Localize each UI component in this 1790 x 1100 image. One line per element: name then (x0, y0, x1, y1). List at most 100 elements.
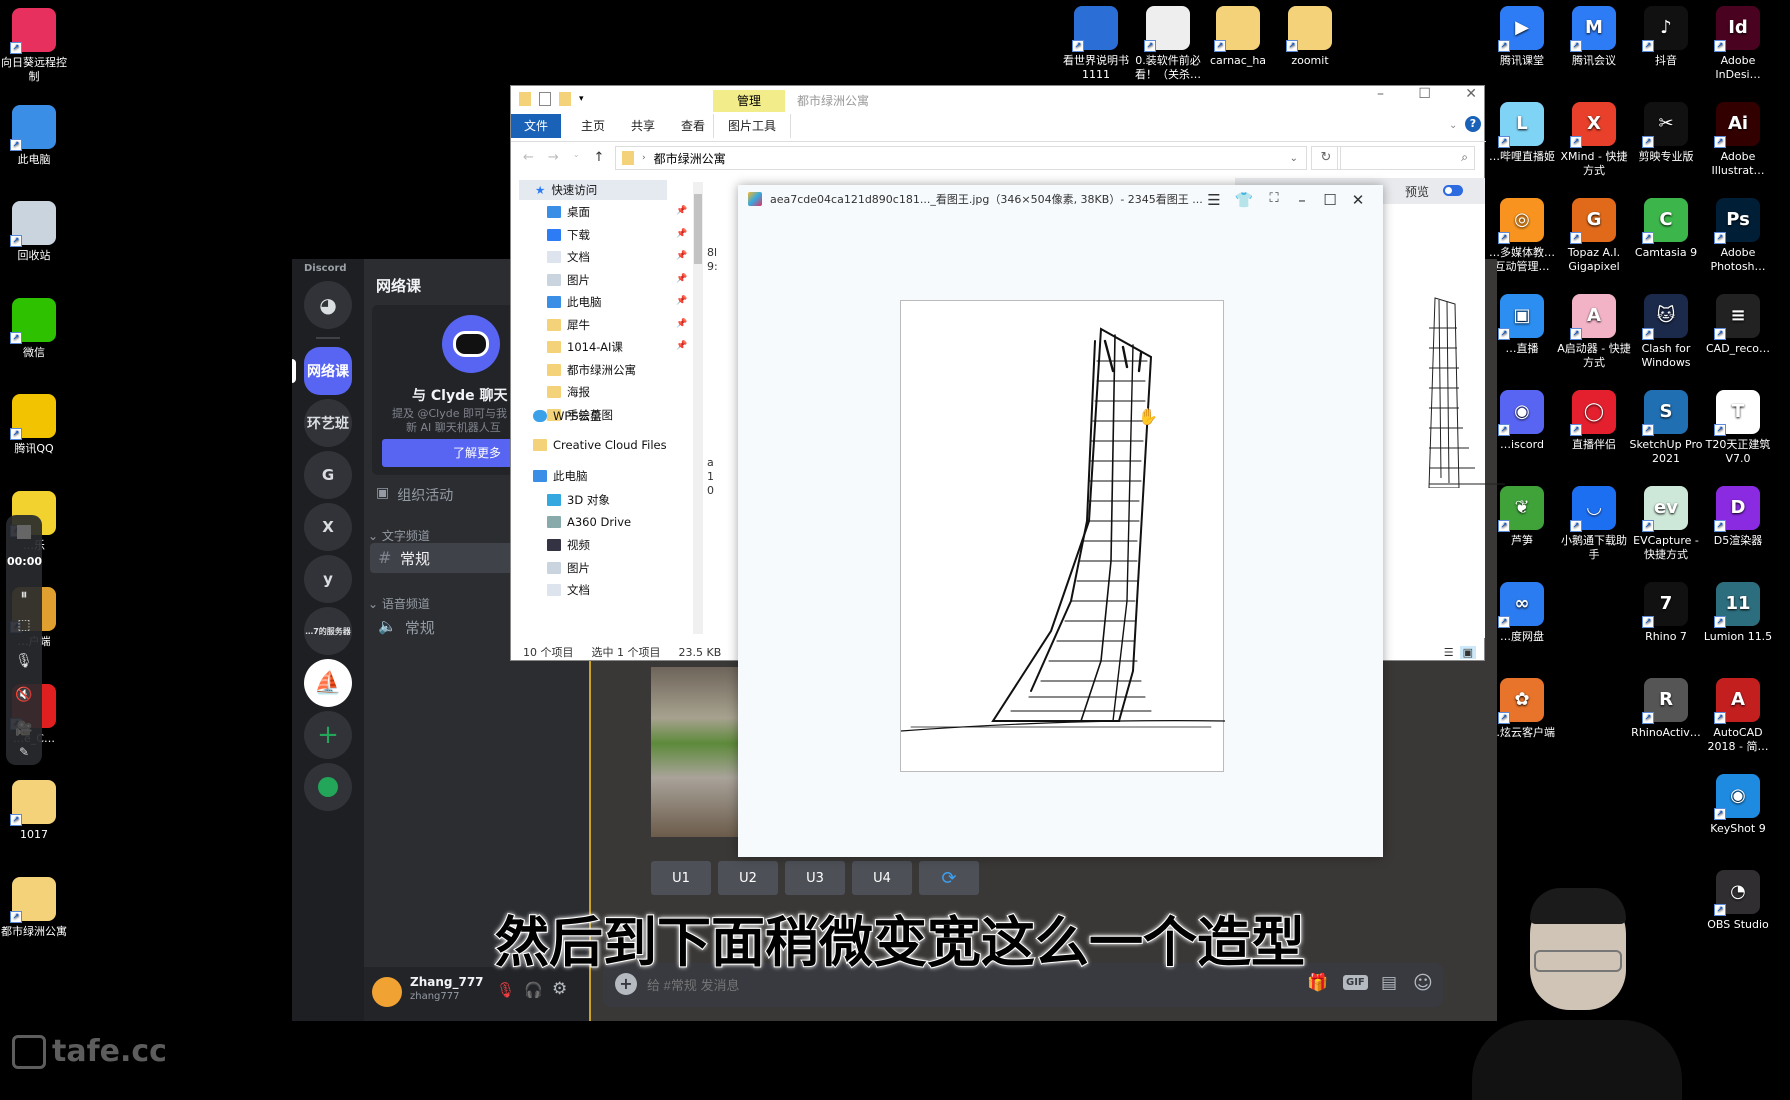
breadcrumb-current[interactable]: 都市绿洲公寓 (654, 150, 726, 167)
fullscreen-icon[interactable]: ⛶ (1262, 191, 1286, 206)
pen-vip-icon[interactable]: ✎ (12, 745, 36, 767)
nav-quick-item[interactable]: 此电脑 (547, 294, 602, 310)
nav-pc-item[interactable]: A360 Drive (547, 515, 631, 529)
pin-icon[interactable]: 📌 (676, 296, 687, 306)
back-arrow-icon[interactable]: ← (523, 150, 534, 165)
server-title[interactable]: 网络课 (376, 275, 421, 296)
large-icons-view-icon[interactable]: ▣ (1459, 645, 1476, 659)
menu-icon[interactable]: ☰ (1202, 191, 1226, 209)
nav-scrollbar[interactable] (693, 182, 703, 634)
scrollbar-thumb[interactable] (694, 194, 702, 264)
properties-icon[interactable] (539, 92, 551, 106)
desktop-icon[interactable]: Ps ↗ Adobe Photosh… (1700, 198, 1776, 274)
gif-button[interactable]: GIF (1343, 975, 1368, 990)
tab-view[interactable]: 查看 (667, 114, 719, 138)
u4-button[interactable]: U4 (852, 861, 912, 895)
server-y[interactable]: y (304, 555, 352, 603)
server-wangluoke[interactable]: 网络课 (304, 347, 352, 395)
u3-button[interactable]: U3 (785, 861, 845, 895)
pin-icon[interactable]: 📌 (676, 319, 687, 329)
pin-icon[interactable]: 📌 (676, 229, 687, 239)
desktop-icon[interactable]: T ↗ T20天正建筑 V7.0 (1700, 390, 1776, 466)
voice-channels-header[interactable]: ⌄ 语音频道 (368, 595, 430, 612)
desktop-icon[interactable]: ↗ 1017 (0, 780, 72, 842)
desktop-icon[interactable]: ↗ 微信 (0, 297, 72, 360)
headphones-icon[interactable]: 🎧 (524, 981, 543, 999)
nav-wps-cloud[interactable]: WPS云盘 (533, 408, 602, 424)
nav-quick-item[interactable]: 都市绿洲公寓 (547, 362, 636, 378)
desktop-icon[interactable]: 11 ↗ Lumion 11.5 (1700, 582, 1776, 644)
channel-general-voice[interactable]: 🔈 常规 (378, 617, 435, 638)
server-7[interactable]: …7的服务器 (304, 607, 352, 655)
viewer-minimize-button[interactable]: – (1290, 191, 1314, 209)
search-box[interactable]: ⌕ (1337, 146, 1475, 170)
desktop-icon[interactable]: 7 ↗ Rhino 7 (1628, 582, 1704, 644)
up-arrow-icon[interactable]: ↑ (594, 150, 605, 165)
nav-pc-item[interactable]: 图片 (547, 560, 590, 576)
tab-picture-tools[interactable]: 图片工具 (713, 114, 792, 138)
desktop-icon[interactable]: ↗ 都市绿洲公寓 (0, 876, 72, 939)
desktop-icon[interactable]: ✂ ↗ 剪映专业版 (1628, 102, 1704, 164)
tab-file[interactable]: 文件 (511, 114, 561, 138)
maximize-button[interactable]: ☐ (1418, 86, 1431, 102)
nav-pc-item[interactable]: 文档 (547, 582, 590, 598)
nav-quick-item[interactable]: 桌面 (547, 204, 590, 220)
desktop-icon[interactable]: L ↗ …哔哩直播姬 (1484, 102, 1560, 164)
nav-quick-item[interactable]: 犀牛 (547, 317, 590, 333)
desktop-icon[interactable]: C ↗ Camtasia 9 (1628, 198, 1704, 260)
gift-icon[interactable]: 🎁 (1307, 973, 1328, 993)
nav-pc-item[interactable]: 3D 对象 (547, 492, 610, 508)
emoji-icon[interactable]: ☺ (1413, 972, 1433, 994)
desktop-icon[interactable]: R ↗ RhinoActiv… (1628, 678, 1704, 740)
desktop-icon[interactable]: M ↗ 腾讯会议 (1556, 6, 1632, 68)
mic-muted-icon[interactable]: 🎙 (12, 653, 36, 675)
u2-button[interactable]: U2 (718, 861, 778, 895)
user-avatar[interactable] (372, 977, 402, 1007)
speaker-muted-icon[interactable]: 🔇 (12, 687, 36, 709)
desktop-icon[interactable]: Id ↗ Adobe InDesi… (1700, 6, 1776, 82)
customize-toolbar-icon[interactable]: ▾ (579, 94, 584, 104)
nav-this-pc[interactable]: 此电脑 (533, 468, 588, 484)
camera-icon[interactable]: 🎥 (12, 721, 36, 743)
preview-toggle[interactable] (1443, 185, 1463, 196)
nav-quick-item[interactable]: 下载 (547, 227, 590, 243)
server-midjourney[interactable]: ⛵ (304, 659, 352, 707)
pin-icon[interactable]: 📌 (676, 341, 687, 351)
close-button[interactable]: ✕ (1465, 86, 1477, 102)
pause-button[interactable]: ⏸ (12, 587, 36, 609)
desktop-icon[interactable]: A ↗ AutoCAD 2018 - 简… (1700, 678, 1776, 754)
nav-quick-item[interactable]: 文档 (547, 249, 590, 265)
desktop-icon[interactable]: ↗ carnac_ha (1200, 6, 1276, 68)
details-view-icon[interactable]: ☰ (1444, 646, 1454, 659)
pin-icon[interactable]: 📌 (676, 206, 687, 216)
nav-quick-item[interactable]: 图片 (547, 272, 590, 288)
viewer-close-button[interactable]: ✕ (1346, 191, 1370, 209)
reroll-button[interactable]: ⟳ (919, 861, 979, 895)
screenshot-button[interactable]: ⬚ (12, 617, 36, 639)
mute-mic-icon[interactable]: 🎙 (496, 981, 515, 999)
forward-arrow-icon[interactable]: → (548, 150, 559, 165)
sketch-image[interactable] (900, 300, 1226, 772)
stop-record-button[interactable] (12, 525, 36, 547)
manage-context-tab[interactable]: 管理 (713, 90, 785, 112)
desktop-icon[interactable]: ▶ ↗ 腾讯课堂 (1484, 6, 1560, 68)
skin-shirt-icon[interactable]: 👕 (1232, 191, 1256, 209)
new-folder-icon[interactable] (559, 92, 571, 106)
u1-button[interactable]: U1 (651, 861, 711, 895)
desktop-icon[interactable]: G ↗ Topaz A.I. Gigapixel (1556, 198, 1632, 274)
pin-icon[interactable]: 📌 (676, 251, 687, 261)
desktop-icon[interactable]: ↗ zoomit (1272, 6, 1348, 68)
address-dropdown-icon[interactable]: ⌄ (1290, 153, 1298, 164)
desktop-icon[interactable]: D ↗ D5渲染器 (1700, 486, 1776, 548)
viewer-maximize-button[interactable]: ☐ (1318, 191, 1342, 209)
direct-messages-button[interactable]: ◕ (304, 281, 352, 329)
desktop-icon[interactable]: ◡ ↗ 小鹅通下载助手 (1556, 486, 1632, 562)
sticker-icon[interactable]: ▤ (1381, 973, 1397, 993)
desktop-icon[interactable]: Ai ↗ Adobe Illustrat… (1700, 102, 1776, 178)
desktop-icon[interactable]: ↗ 腾讯QQ (0, 394, 72, 456)
midjourney-image-thumbnail[interactable] (651, 667, 741, 837)
help-icon[interactable]: ? (1465, 116, 1481, 132)
desktop-icon[interactable]: ↗ 回收站 (0, 201, 72, 263)
desktop-icon[interactable]: 🐱 ↗ Clash for Windows (1628, 294, 1704, 370)
settings-gear-icon[interactable]: ⚙ (552, 979, 567, 999)
